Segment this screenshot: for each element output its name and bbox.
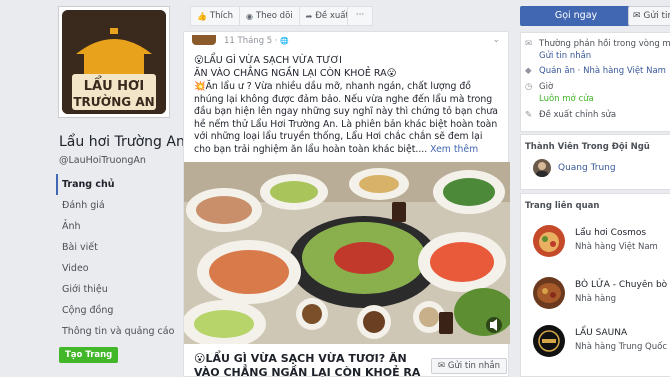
follow-button[interactable]: ◉ Theo dõi	[240, 7, 300, 25]
suggest-label: Đề xuất	[315, 11, 349, 21]
hours-value: Luôn mở cửa	[539, 94, 594, 104]
clock-icon: ◷	[525, 82, 533, 92]
related-page-thumb	[533, 277, 565, 309]
related-pages-card: Trang liên quan Lẩu hơi Cosmos Nhà hàng …	[520, 193, 670, 377]
related-title: Trang liên quan	[525, 201, 600, 211]
rss-icon: ◉	[245, 11, 253, 21]
logo-thumb-icon	[533, 325, 565, 357]
team-card: Thành Viên Trong Đội Ngũ Quang Trung	[520, 134, 670, 190]
food-spread-image	[184, 162, 510, 344]
page-logo: LẨU HƠI TRƯỜNG AN	[62, 10, 166, 114]
messenger-small-icon: ✉	[525, 39, 533, 49]
related-page-category: Nhà hàng Trung Quốc	[575, 342, 667, 352]
team-title: Thành Viên Trong Đội Ngũ	[525, 142, 650, 152]
post-date-text: 11 Tháng 5 ·	[224, 36, 278, 46]
post-headline: 😮LẨU GÌ VỪA SẠCH VỪA TƯƠI ĂN VÀO CHẲNG N…	[194, 54, 397, 80]
post-body: 💥Ăn lẩu ư ? Vừa nhiều dầu mỡ, nhanh ngán…	[194, 81, 500, 157]
response-text: Thường phản hồi trong vòng một giờ	[539, 39, 670, 49]
page-info-card: ✉ Thường phản hồi trong vòng một giờ Gửi …	[520, 32, 670, 132]
nav-item-about[interactable]: Giới thiệu	[56, 279, 180, 300]
pencil-icon: ✎	[525, 110, 533, 120]
page-profile-picture[interactable]: LẨU HƠI TRƯỜNG AN	[58, 6, 170, 118]
nav-item-info-ads[interactable]: Thông tin và quảng cáo	[56, 321, 180, 342]
messenger-icon: ✉	[438, 361, 446, 371]
related-page-name[interactable]: Lẩu hơi Cosmos	[575, 228, 646, 238]
food-thumb-icon	[533, 277, 565, 309]
team-member-name[interactable]: Quang Trung	[558, 163, 616, 173]
follow-label: Theo dõi	[255, 11, 293, 21]
center-column: 👍 Thích ◉ Theo dõi ➦ Đề xuất ··· 11 Thán…	[183, 0, 510, 377]
nav-item-posts[interactable]: Bài viết	[56, 237, 180, 258]
related-page-item[interactable]: Lẩu hơi Cosmos Nhà hàng Việt Nam	[533, 225, 670, 261]
page-action-bar: 👍 Thích ◉ Theo dõi ➦ Đề xuất	[190, 6, 373, 26]
share-icon: ➦	[305, 11, 313, 21]
food-thumb-icon	[533, 225, 565, 257]
post-photo[interactable]	[184, 162, 510, 344]
create-page-button[interactable]: Tạo Trang	[59, 347, 119, 363]
page-handle[interactable]: @LauHoiTruongAn	[59, 155, 146, 166]
send-message-link[interactable]: Gửi tin nhắn	[539, 51, 591, 61]
send-msg-top-button[interactable]: ✉ Gửi tin	[628, 6, 670, 26]
related-page-item[interactable]: BÒ LỬA - Chuyên bò ... Nhà hàng	[533, 277, 670, 313]
post-date[interactable]: 11 Tháng 5 · 🌐	[224, 36, 289, 46]
nav-item-videos[interactable]: Video	[56, 258, 180, 279]
post-headline-line-2: ĂN VÀO CHẲNG NGẦN LẠI CÒN KHOẺ RA😮	[194, 68, 397, 79]
call-now-button[interactable]: Gọi ngay	[520, 6, 632, 26]
related-page-thumb	[533, 325, 565, 357]
link-preview-title[interactable]: 😮LẨU GÌ VỪA SẠCH VỪA TƯƠI? ĂN VÀO CHẲNG …	[194, 352, 424, 377]
related-page-category: Nhà hàng Việt Nam	[575, 242, 658, 252]
category-row: ◆ Quán ăn · Nhà hàng Việt Nam	[525, 66, 666, 77]
thumbs-up-icon: 👍	[197, 11, 207, 21]
page-name[interactable]: Lẩu hơi Trường An	[59, 134, 185, 150]
send-message-label: Gửi tin nhắn	[447, 361, 501, 371]
post-headline-line-1: 😮LẨU GÌ VỪA SẠCH VỪA TƯƠI	[194, 55, 342, 66]
send-msg-top-label: Gửi tin	[643, 11, 670, 21]
page-nav: Trang chủ Đánh giá Ảnh Bài viết Video Gi…	[56, 174, 180, 342]
related-page-name[interactable]: BÒ LỬA - Chuyên bò ...	[575, 280, 670, 290]
more-options-button[interactable]: ···	[347, 6, 373, 26]
post-card: 11 Tháng 5 · 🌐 ⌄ 😮LẨU GÌ VỪA SẠCH VỪA TƯ…	[183, 31, 510, 377]
team-member-avatar[interactable]	[533, 159, 551, 177]
hours-value-row: Luôn mở cửa	[539, 94, 594, 105]
nav-item-home[interactable]: Trang chủ	[56, 174, 180, 195]
messenger-icon-top: ✉	[633, 11, 641, 21]
see-more-link[interactable]: Xem thêm	[430, 144, 478, 155]
suggest-edit-link[interactable]: Đề xuất chỉnh sửa	[539, 110, 616, 120]
left-column: LẨU HƠI TRƯỜNG AN Lẩu hơi Trường An @Lau…	[0, 0, 185, 377]
hours-label: Giờ	[539, 82, 554, 92]
tag-icon: ◆	[525, 66, 532, 76]
hours-row: ◷ Giờ	[525, 82, 553, 93]
post-author-avatar[interactable]	[192, 35, 216, 45]
like-label: Thích	[209, 11, 233, 21]
send-message-row[interactable]: Gửi tin nhắn	[539, 51, 591, 62]
nav-item-photos[interactable]: Ảnh	[56, 216, 180, 237]
suggest-edit-row[interactable]: ✎ Đề xuất chỉnh sửa	[525, 110, 616, 121]
person-icon	[536, 162, 548, 177]
related-page-category: Nhà hàng	[575, 294, 617, 304]
nav-item-community[interactable]: Cộng đồng	[56, 300, 180, 321]
post-menu-icon[interactable]: ⌄	[492, 35, 500, 45]
send-message-button[interactable]: ✉ Gửi tin nhắn	[431, 358, 508, 374]
right-column: Gọi ngay ✉ Gửi tin ✉ Thường phản hồi tron…	[511, 0, 670, 377]
nav-item-reviews[interactable]: Đánh giá	[56, 195, 180, 216]
logo-text-1: LẨU HƠI	[84, 76, 145, 94]
response-row: ✉ Thường phản hồi trong vòng một giờ	[525, 39, 670, 50]
like-page-button[interactable]: 👍 Thích	[191, 7, 240, 25]
category-link-1[interactable]: Quán ăn	[539, 66, 575, 76]
related-page-name[interactable]: LẨU SAUNA	[575, 328, 627, 338]
category-separator: ·	[574, 66, 584, 76]
category-link-2[interactable]: Nhà hàng Việt Nam	[583, 66, 666, 76]
hotpot-logo-icon: LẨU HƠI TRƯỜNG AN	[62, 10, 166, 114]
logo-text-2: TRƯỜNG AN	[73, 94, 154, 109]
related-page-thumb	[533, 225, 565, 257]
related-page-item[interactable]: LẨU SAUNA Nhà hàng Trung Quốc	[533, 325, 670, 361]
globe-icon: 🌐	[280, 37, 290, 45]
